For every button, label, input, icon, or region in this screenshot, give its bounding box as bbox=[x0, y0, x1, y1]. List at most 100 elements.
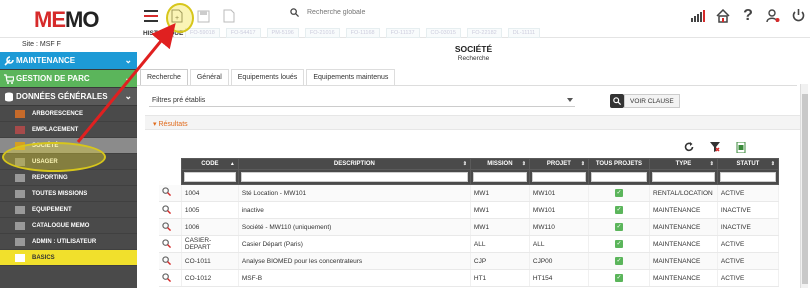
sidebar-item-catalogue-memo[interactable]: CATALOGUE MEMO bbox=[0, 218, 137, 234]
menu-maintenance[interactable]: MAINTENANCE ⌄ bbox=[0, 52, 137, 70]
filter-projet[interactable] bbox=[528, 169, 589, 185]
table-row[interactable]: 1006 Société - MW110 (uniquement) MW1 MW110… bbox=[159, 218, 780, 236]
sidebar-item-toutes-missions[interactable]: TOUTES MISSIONS bbox=[0, 186, 137, 202]
sidebar-item-label: TOUTES MISSIONS bbox=[32, 190, 88, 197]
history-tab[interactable]: PM-5196 bbox=[266, 28, 299, 38]
menu-gestion-de-parc-label: GESTION DE PARC bbox=[16, 74, 90, 83]
filter-tous-projets[interactable] bbox=[587, 169, 650, 185]
location-icon bbox=[15, 126, 25, 134]
table-row[interactable]: CASIER- DEPART Casier Départ (Paris) ALL AL… bbox=[159, 235, 780, 253]
sidebar-item-emplacement[interactable]: EMPLACEMENT bbox=[0, 122, 137, 138]
col-description[interactable]: DESCRIPTION ⇕ bbox=[237, 158, 471, 170]
export-excel-icon[interactable] bbox=[736, 142, 746, 153]
user-settings-icon[interactable] bbox=[765, 7, 781, 25]
table-cell: MW1 bbox=[470, 184, 530, 202]
magnifier-icon[interactable] bbox=[162, 255, 172, 265]
magnifier-icon[interactable] bbox=[162, 272, 172, 282]
table-cell: MW101 bbox=[529, 201, 589, 219]
logo[interactable]: MEMO bbox=[34, 7, 99, 33]
filter-mission[interactable] bbox=[469, 169, 530, 185]
col-projet[interactable]: PROJET ⇕ bbox=[528, 158, 589, 170]
sidebar-item-equipement[interactable]: EQUIPEMENT bbox=[0, 202, 137, 218]
power-icon[interactable] bbox=[790, 7, 806, 25]
voir-clause-button[interactable]: VOIR CLAUSE bbox=[624, 94, 680, 108]
vertical-scrollbar[interactable] bbox=[800, 84, 808, 288]
filter-code[interactable] bbox=[180, 169, 239, 185]
results-panel-header[interactable]: ▾ Résultats bbox=[145, 115, 803, 130]
home-icon[interactable] bbox=[715, 7, 731, 25]
table-cell: MAINTENANCE bbox=[649, 269, 718, 287]
table-cell: HT1 bbox=[470, 269, 530, 287]
row-open-cell[interactable] bbox=[159, 184, 182, 202]
filter-search-button[interactable] bbox=[610, 94, 624, 108]
filter-type[interactable] bbox=[648, 169, 718, 185]
menu-donnees-generales[interactable]: DONNÉES GÉNÉRALES ⌄ bbox=[0, 88, 137, 106]
checkbox-checked-icon: ✓ bbox=[614, 223, 623, 231]
stats-icon[interactable] bbox=[690, 7, 706, 25]
help-icon[interactable]: ? bbox=[740, 7, 756, 25]
cell-tous-projets: ✓ bbox=[588, 252, 650, 270]
tab-equipements-loues[interactable]: Equipements loués bbox=[230, 69, 305, 85]
tab-general[interactable]: Général bbox=[189, 69, 229, 85]
table-row[interactable]: 1004 Sté Location - MW101 MW1 MW101 ✓ RENTAL/… bbox=[159, 184, 780, 202]
filter-statut[interactable] bbox=[716, 169, 780, 185]
sidebar-item-admin-utilisateur[interactable]: ADMIN : UTILISATEUR bbox=[0, 234, 137, 250]
scrollbar-thumb[interactable] bbox=[802, 94, 808, 284]
menu-gestion-de-parc[interactable]: GESTION DE PARC ⌄ bbox=[0, 70, 137, 88]
col-mission[interactable]: MISSION ⇕ bbox=[469, 158, 530, 170]
table-body: 1004 Sté Location - MW101 MW1 MW101 ✓ RENTAL/… bbox=[159, 184, 780, 287]
table-row[interactable]: CO-1012 MSF-B HT1 HT154 ✓ MAINTENANCE ACTIVE bbox=[159, 269, 780, 287]
table-cell: Analyse BIOMED pour les concentrateurs bbox=[238, 252, 471, 270]
row-open-cell[interactable] bbox=[159, 218, 182, 236]
col-tous-projets[interactable]: TOUS PROJETS bbox=[587, 158, 650, 170]
refresh-icon[interactable] bbox=[684, 142, 694, 152]
magnifier-icon[interactable] bbox=[162, 221, 172, 231]
search-input[interactable] bbox=[307, 9, 507, 16]
top-right-icons: ? bbox=[690, 7, 806, 25]
col-code[interactable]: CODE ▲ bbox=[180, 158, 239, 170]
filter-description[interactable] bbox=[237, 169, 471, 185]
history-tab[interactable]: FO-11137 bbox=[385, 28, 420, 38]
table-cell: ALL bbox=[470, 235, 530, 253]
checkbox-checked-icon: ✓ bbox=[614, 240, 623, 248]
sidebar-item-label: ARBORESCENCE bbox=[32, 110, 84, 117]
row-action-header bbox=[159, 158, 182, 170]
table-row[interactable]: CO-1011 Analyse BIOMED pour les concentra… bbox=[159, 252, 780, 270]
magnifier-icon[interactable] bbox=[162, 238, 172, 248]
sidebar-item-arborescence[interactable]: ARBORESCENCE bbox=[0, 106, 137, 122]
history-tab[interactable]: FO-54417 bbox=[225, 28, 261, 38]
history-tab[interactable]: FO-11168 bbox=[345, 28, 380, 38]
magnifier-icon[interactable] bbox=[162, 204, 172, 214]
row-open-cell[interactable] bbox=[159, 235, 182, 253]
table-cell: CO-1012 bbox=[181, 269, 239, 287]
col-type[interactable]: TYPE ⇕ bbox=[648, 158, 718, 170]
sidebar-item-basics[interactable]: BASICS bbox=[0, 250, 137, 266]
checkbox-checked-icon: ✓ bbox=[614, 189, 623, 197]
row-open-cell[interactable] bbox=[159, 201, 182, 219]
history-tab[interactable]: FO-22182 bbox=[466, 28, 502, 38]
col-code-label: CODE bbox=[201, 161, 219, 167]
table-row[interactable]: 1005 inactive MW1 MW101 ✓ MAINTENANCE INACTIVE bbox=[159, 201, 780, 219]
table-cell: Société - MW110 (uniquement) bbox=[238, 218, 471, 236]
save-icon[interactable] bbox=[195, 8, 211, 24]
tabs: Recherche Général Equipements loués Equi… bbox=[140, 69, 397, 85]
history-tab[interactable]: CO-03015 bbox=[425, 28, 461, 38]
history-tab[interactable]: DL-11111 bbox=[507, 28, 541, 38]
row-open-cell[interactable] bbox=[159, 269, 182, 287]
chevron-down-icon: ⌄ bbox=[124, 55, 132, 65]
magnifier-icon[interactable] bbox=[162, 187, 172, 197]
clear-filter-icon[interactable] bbox=[710, 142, 720, 152]
tab-recherche[interactable]: Recherche bbox=[140, 69, 188, 85]
preset-filter-select[interactable] bbox=[149, 95, 575, 107]
copy-icon[interactable] bbox=[221, 8, 237, 24]
row-open-cell[interactable] bbox=[159, 252, 182, 270]
chevron-down-icon: ⌄ bbox=[124, 91, 132, 101]
history-tab[interactable]: FO-21016 bbox=[304, 28, 340, 38]
menu-icon[interactable] bbox=[143, 8, 159, 24]
table-cell: Casier Départ (Paris) bbox=[238, 235, 471, 253]
history-tab[interactable]: FO-59018 bbox=[185, 28, 220, 38]
tab-equipements-maintenus[interactable]: Equipements maintenus bbox=[306, 69, 396, 85]
col-statut[interactable]: STATUT ⇕ bbox=[716, 158, 780, 170]
table-cell: INACTIVE bbox=[717, 201, 780, 219]
sidebar-item-reporting[interactable]: REPORTING bbox=[0, 170, 137, 186]
